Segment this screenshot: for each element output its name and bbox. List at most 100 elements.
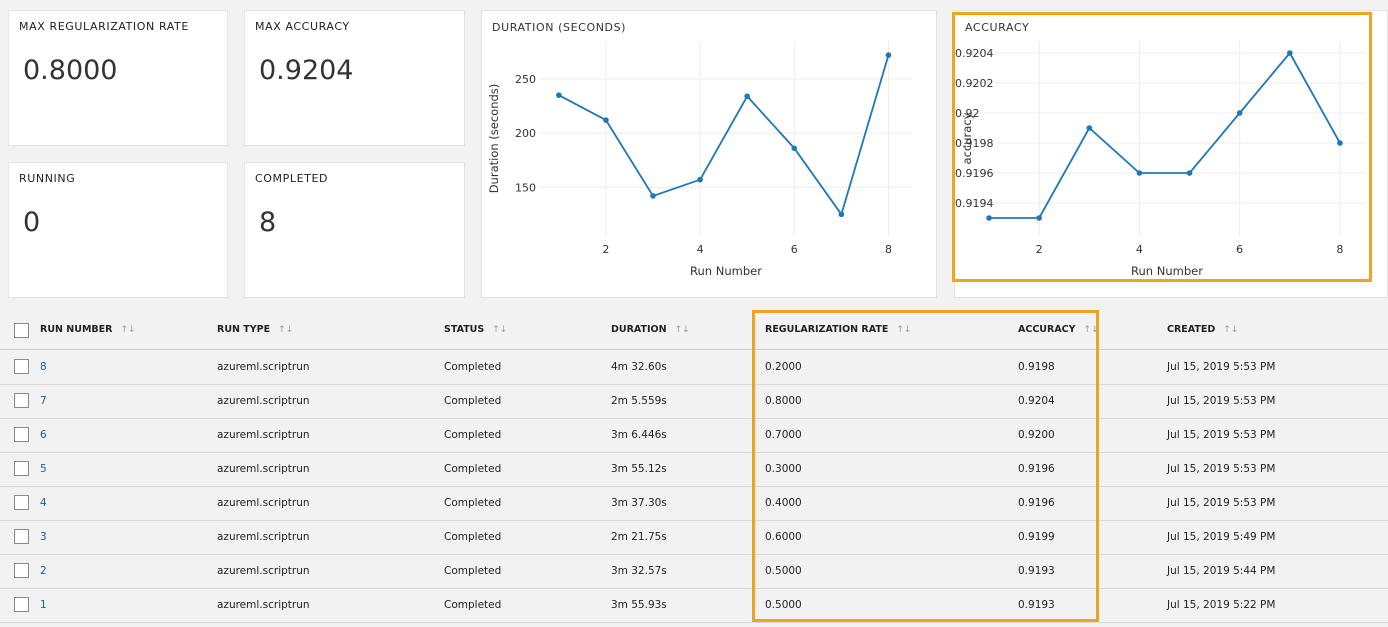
cell-duration: 3m 55.12s [611,463,667,475]
cell-run-number[interactable]: 8 [40,361,47,373]
y-axis-label: Duration (seconds) [487,84,501,194]
cell-duration: 3m 55.93s [611,599,667,611]
cell-duration: 3m 6.446s [611,429,667,441]
series-line [989,51,1341,219]
y-tick-label: 150 [515,181,536,194]
row-checkbox[interactable] [14,359,29,374]
row-checkbox[interactable] [14,393,29,408]
x-tick-label: 8 [1336,243,1343,256]
sort-icon[interactable]: ↑↓ [1084,325,1099,335]
sort-icon[interactable]: ↑↓ [896,325,911,335]
row-checkbox[interactable] [14,461,29,476]
header-created[interactable]: CREATED ↑↓ [1167,324,1238,335]
data-point[interactable] [697,176,703,183]
select-all-checkbox[interactable] [14,323,29,338]
card-max-regularization-rate: MAX REGULARIZATION RATE 0.8000 [8,10,228,146]
data-point[interactable] [1136,170,1143,176]
cell-run-number[interactable]: 7 [40,395,47,407]
header-accuracy[interactable]: ACCURACY ↑↓ [1018,324,1099,335]
header-duration[interactable]: DURATION ↑↓ [611,324,690,335]
data-point[interactable] [556,92,562,98]
table-row[interactable]: 5 azureml.scriptrun Completed 3m 55.12s 0.30… [0,452,1388,487]
row-checkbox[interactable] [14,529,29,544]
data-point[interactable] [791,145,798,152]
cell-duration: 2m 21.75s [611,531,667,543]
x-axis-label: Run Number [1131,264,1203,278]
cell-run-type: azureml.scriptrun [217,531,310,543]
cell-run-number[interactable]: 1 [40,599,47,611]
cell-created: Jul 15, 2019 5:44 PM [1167,565,1276,577]
cell-created: Jul 15, 2019 5:53 PM [1167,395,1276,407]
data-point[interactable] [1236,110,1243,116]
cell-run-number[interactable]: 6 [40,429,47,441]
table-row[interactable]: 7 azureml.scriptrun Completed 2m 5.559s 0.80… [0,384,1388,419]
table-row[interactable]: 2 azureml.scriptrun Completed 3m 32.57s 0.50… [0,554,1388,589]
row-checkbox[interactable] [14,495,29,510]
cell-regularization-rate: 0.5000 [765,599,802,611]
cell-status: Completed [444,463,502,475]
cell-run-number[interactable]: 4 [40,497,47,509]
cell-created: Jul 15, 2019 5:53 PM [1167,361,1276,373]
duration-chart-card: DURATION (SECONDS) 2 4 6 8 150 200 250 Run Numbe… [481,10,937,298]
cell-regularization-rate: 0.8000 [765,395,802,407]
cell-run-type: azureml.scriptrun [217,599,310,611]
cell-run-number[interactable]: 3 [40,531,47,543]
sort-icon[interactable]: ↑↓ [120,325,135,335]
data-point[interactable] [838,211,845,218]
cell-run-type: azureml.scriptrun [217,497,310,509]
table-row[interactable]: 6 azureml.scriptrun Completed 3m 6.446s 0.70… [0,418,1388,453]
cell-created: Jul 15, 2019 5:53 PM [1167,463,1276,475]
cell-created: Jul 15, 2019 5:53 PM [1167,497,1276,509]
sort-icon[interactable]: ↑↓ [278,325,293,335]
accuracy-chart: ACCURACY2 4 6 80.91940.91960.91980.920.9202… [955,21,1365,278]
card-max-accuracy: MAX ACCURACY 0.9204 [244,10,465,146]
cell-regularization-rate: 0.6000 [765,531,802,543]
sort-icon[interactable]: ↑↓ [492,325,507,335]
y-tick-label: 0.9204 [955,47,994,60]
data-point[interactable] [885,52,892,58]
data-point[interactable] [603,117,609,123]
header-regularization-rate[interactable]: REGULARIZATION RATE ↑↓ [765,324,911,335]
cell-duration: 2m 5.559s [611,395,667,407]
cell-run-number[interactable]: 2 [40,565,47,577]
table-row[interactable]: 4 azureml.scriptrun Completed 3m 37.30s 0.40… [0,486,1388,521]
sort-icon[interactable]: ↑↓ [675,325,690,335]
y-tick-label: 0.9194 [955,197,994,210]
sort-icon[interactable]: ↑↓ [1223,325,1238,335]
data-point[interactable] [1287,50,1293,56]
y-tick-label: 250 [515,73,536,86]
data-point[interactable] [986,215,992,221]
header-run-type[interactable]: RUN TYPE ↑↓ [217,324,293,335]
x-axis-label: Run Number [690,264,762,278]
cell-run-number[interactable]: 5 [40,463,47,475]
cell-accuracy: 0.9200 [1018,429,1055,441]
cell-run-type: azureml.scriptrun [217,429,310,441]
chart-title: DURATION (SECONDS) [492,21,626,34]
row-checkbox[interactable] [14,427,29,442]
card-title: MAX ACCURACY [255,20,350,33]
card-running: RUNNING 0 [8,162,228,298]
x-tick-label: 8 [885,243,892,256]
table-row[interactable]: 8 azureml.scriptrun Completed 4m 32.60s 0.20… [0,350,1388,385]
table-header: RUN NUMBER ↑↓ RUN TYPE ↑↓ STATUS ↑↓ DURATIO… [0,312,1388,350]
row-checkbox[interactable] [14,597,29,612]
cell-status: Completed [444,531,502,543]
data-point[interactable] [1186,170,1193,176]
header-status[interactable]: STATUS ↑↓ [444,324,507,335]
data-point[interactable] [744,93,750,100]
header-run-number[interactable]: RUN NUMBER ↑↓ [40,324,136,335]
x-tick-label: 6 [1236,243,1243,256]
duration-chart: DURATION (SECONDS) 2 4 6 8 150 200 250 Run Numbe… [487,21,912,278]
cell-duration: 3m 37.30s [611,497,667,509]
table-row[interactable]: 3 azureml.scriptrun Completed 2m 21.75s 0.60… [0,520,1388,555]
table-row[interactable]: 1 azureml.scriptrun Completed 3m 55.93s 0.50… [0,588,1388,623]
row-checkbox[interactable] [14,563,29,578]
card-completed: COMPLETED 8 [244,162,465,298]
x-tick-label: 2 [1036,243,1043,256]
data-point[interactable] [1337,140,1343,146]
data-point[interactable] [1036,215,1042,221]
data-point[interactable] [650,193,656,199]
data-point[interactable] [1086,125,1093,131]
cell-status: Completed [444,599,502,611]
cell-run-type: azureml.scriptrun [217,361,310,373]
